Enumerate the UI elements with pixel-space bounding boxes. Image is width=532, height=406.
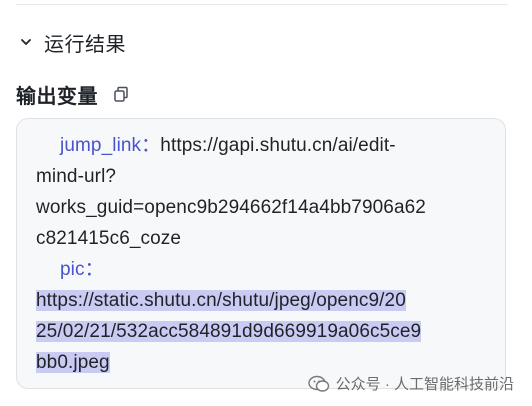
- copy-icon[interactable]: [112, 85, 130, 103]
- watermark-text: 公众号 · 人工智能科技前沿: [335, 376, 514, 393]
- run-result-section-toggle[interactable]: 运行结果: [18, 28, 126, 56]
- wechat-icon: [307, 375, 330, 393]
- jump-link-row: jump_link：https://gapi.shutu.cn/ai/edit-: [36, 130, 496, 161]
- output-variable-label: 输出变量: [16, 85, 98, 108]
- jump-link-key: jump_link: [60, 135, 142, 156]
- jump-link-value-part2[interactable]: mind-url?: [36, 161, 496, 192]
- output-variable-header: 输出变量: [16, 80, 130, 108]
- pic-row: pic：: [36, 254, 496, 285]
- jump-link-value-part1[interactable]: https://gapi.shutu.cn/ai/edit-: [160, 135, 395, 156]
- jump-link-value-part3[interactable]: works_guid=openc9b294662f14a4bb7906a62: [36, 192, 496, 223]
- pic-key: pic: [60, 259, 85, 280]
- top-divider: [16, 4, 508, 5]
- output-json-text[interactable]: jump_link：https://gapi.shutu.cn/ai/edit-…: [36, 130, 496, 378]
- section-title: 运行结果: [44, 33, 126, 56]
- pic-value-part2[interactable]: 25/02/21/532acc584891d9d669919a06c5ce9: [36, 321, 422, 342]
- jump-link-value-part4[interactable]: c821415c6_coze: [36, 223, 496, 254]
- pic-value-part3[interactable]: bb0.jpeg: [36, 352, 110, 373]
- jump-link-separator: ：: [141, 135, 161, 156]
- chevron-down-icon[interactable]: [18, 34, 34, 50]
- pic-separator: ：: [84, 259, 104, 280]
- pic-value-part1[interactable]: https://static.shutu.cn/shutu/jpeg/openc…: [36, 290, 406, 311]
- watermark: 公众号 · 人工智能科技前沿: [307, 373, 514, 394]
